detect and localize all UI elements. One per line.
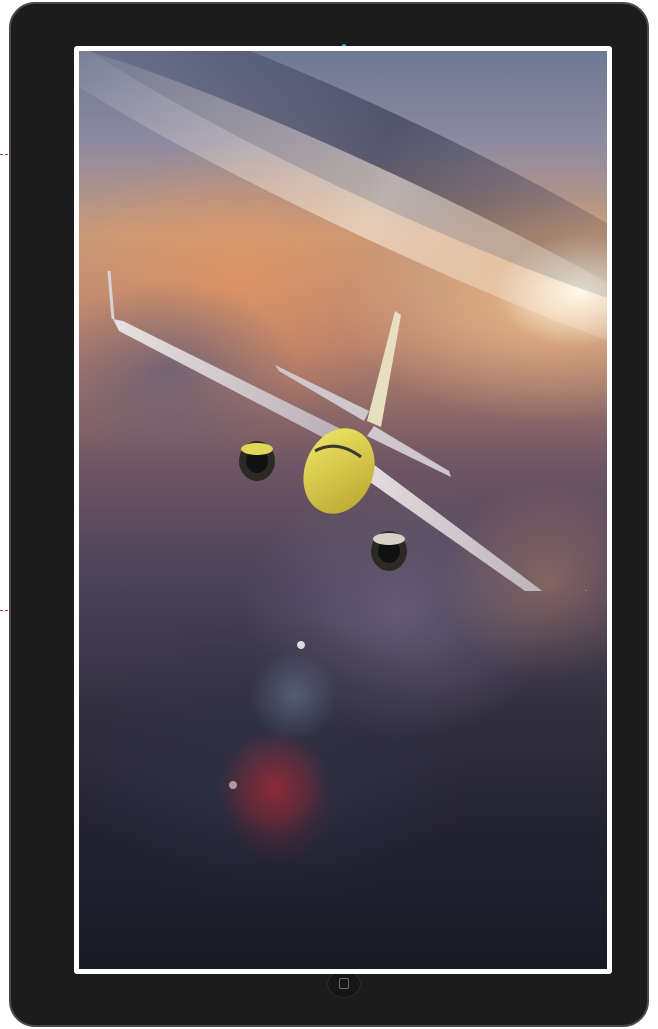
airplane-icon (107, 270, 587, 591)
home-button-icon (339, 978, 349, 989)
airplane-photo (79, 51, 607, 969)
home-button[interactable] (327, 970, 361, 998)
lens-flare-blue (249, 651, 339, 741)
lens-flare-small (229, 781, 237, 789)
tablet-screen (74, 46, 612, 974)
lens-flare-dot (297, 641, 305, 649)
